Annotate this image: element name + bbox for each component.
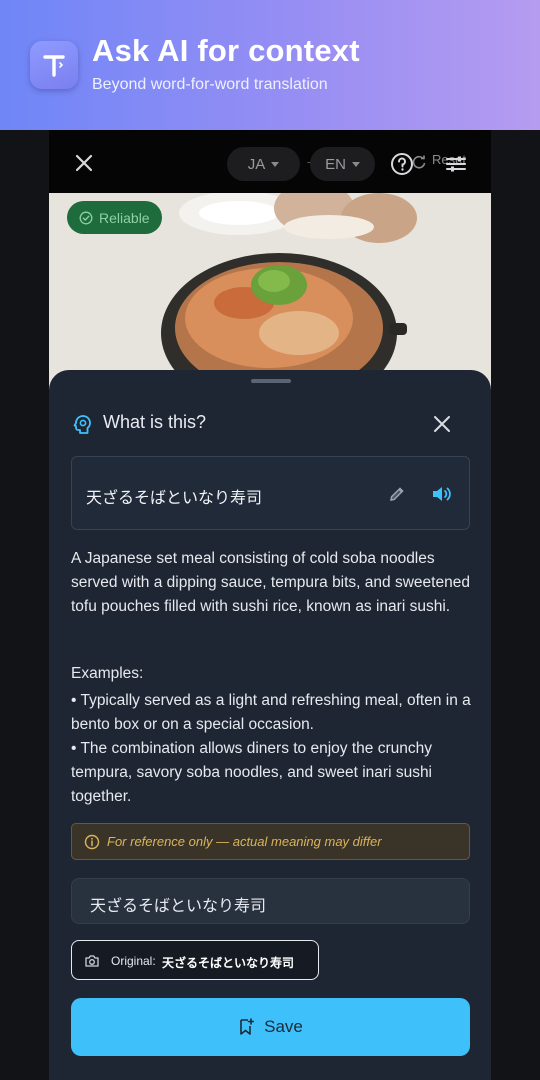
term-text: 天ざるそばといなり寿司 xyxy=(86,490,263,507)
reliable-label: Reliable xyxy=(99,209,150,226)
target-language-select[interactable]: EN xyxy=(310,147,375,181)
bookmark-add-icon xyxy=(240,1018,255,1035)
food-photo: Reliable xyxy=(49,193,491,393)
promo-banner: Ask AI for context Beyond word-for-word … xyxy=(0,0,540,130)
save-label: Save xyxy=(264,1017,303,1036)
original-text-chip[interactable]: Original: 天ざるそばといなり寿司 xyxy=(71,940,319,980)
close-icon[interactable] xyxy=(73,152,95,174)
chevron-down-icon xyxy=(351,161,360,167)
tune-icon[interactable] xyxy=(444,152,468,176)
context-sheet: What is this? 天ざるそばといなり寿司 A Japanese set… xyxy=(49,370,491,1080)
ai-head-icon xyxy=(73,415,91,434)
info-icon xyxy=(84,834,100,850)
save-button[interactable]: Save xyxy=(71,998,470,1056)
reliable-badge: Reliable xyxy=(67,201,162,234)
target-language-label: EN xyxy=(325,155,346,173)
camera-topbar: JA → EN Reset xyxy=(49,130,491,193)
original-value: 天ざるそばといなり寿司 xyxy=(162,956,295,970)
check-circle-icon xyxy=(79,211,93,224)
source-language-select[interactable]: JA xyxy=(227,147,300,181)
translation-field[interactable]: 天ざるそばといなり寿司 xyxy=(71,878,470,924)
sheet-title: What is this? xyxy=(103,412,207,432)
examples-heading: Examples: xyxy=(71,665,144,682)
source-language-label: JA xyxy=(247,155,266,173)
example-item: • The combination allows diners to enjoy… xyxy=(71,740,433,805)
speaker-icon[interactable] xyxy=(430,483,452,505)
term-description: A Japanese set meal consisting of cold s… xyxy=(71,550,470,615)
disclaimer-note: For reference only — actual meaning may … xyxy=(71,823,470,860)
close-icon[interactable] xyxy=(433,415,451,433)
reset-icon[interactable] xyxy=(411,154,427,170)
promo-subtitle: Beyond word-for-word translation xyxy=(92,76,328,93)
translation-text: 天ざるそばといなり寿司 xyxy=(90,898,267,915)
original-label: Original: xyxy=(111,954,156,968)
drag-handle[interactable] xyxy=(251,379,291,383)
example-item: • Typically served as a light and refres… xyxy=(71,692,471,733)
term-card: 天ざるそばといなり寿司 xyxy=(71,456,470,530)
disclaimer-text: For reference only — actual meaning may … xyxy=(107,834,382,849)
translate-t-icon xyxy=(30,41,78,89)
chevron-down-icon xyxy=(271,161,280,167)
promo-title: Ask AI for context xyxy=(92,33,360,68)
edit-icon[interactable] xyxy=(388,485,406,503)
phone-screen: JA → EN Reset xyxy=(49,130,491,1080)
camera-icon xyxy=(85,955,99,967)
